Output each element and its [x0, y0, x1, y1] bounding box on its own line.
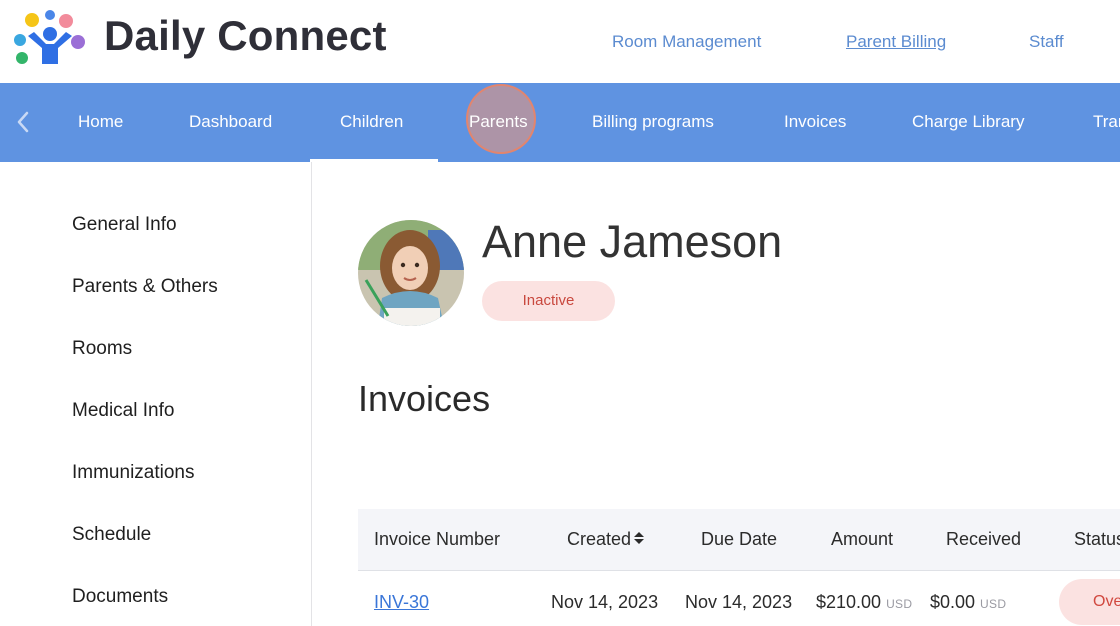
tab-transactions[interactable]: Tran — [1093, 112, 1120, 132]
table-row: INV-30 Nov 14, 2023 Nov 14, 2023 $210.00… — [358, 572, 1120, 626]
sidebar-item-immunizations[interactable]: Immunizations — [72, 462, 195, 484]
invoice-table-header: Invoice Number Created Due Date Amount R… — [358, 509, 1120, 571]
column-header-amount[interactable]: Amount — [831, 529, 893, 550]
sidebar-item-general-info[interactable]: General Info — [72, 214, 177, 236]
active-tab-indicator — [310, 159, 438, 162]
child-name: Anne Jameson — [482, 216, 783, 267]
invoice-number-link[interactable]: INV-30 — [374, 592, 429, 612]
sidebar-item-rooms[interactable]: Rooms — [72, 338, 132, 360]
received-currency: USD — [980, 597, 1007, 611]
nav-staff-link[interactable]: Staff — [1029, 32, 1064, 52]
column-header-created[interactable]: Created — [567, 529, 645, 550]
tab-dashboard[interactable]: Dashboard — [189, 112, 272, 132]
amount-value: $210.00 — [816, 592, 882, 612]
section-nav-bar: Home Dashboard Children Parents Billing … — [0, 83, 1120, 162]
received-cell: $0.00 USD — [930, 592, 1006, 613]
due-date-cell: Nov 14, 2023 — [685, 592, 793, 612]
sidebar-item-documents[interactable]: Documents — [72, 586, 168, 608]
tab-home[interactable]: Home — [78, 112, 123, 132]
child-avatar — [358, 220, 464, 326]
column-header-created-label: Created — [567, 529, 632, 549]
column-header-due-date[interactable]: Due Date — [701, 529, 777, 550]
nav-room-management-link[interactable]: Room Management — [612, 32, 761, 52]
chevron-left-icon[interactable] — [12, 109, 34, 135]
invoices-heading: Invoices — [358, 378, 491, 419]
tab-children[interactable]: Children — [340, 112, 403, 132]
received-value: $0.00 — [930, 592, 976, 612]
sidebar-item-medical-info[interactable]: Medical Info — [72, 400, 174, 422]
sort-icon[interactable] — [633, 530, 645, 546]
created-cell: Nov 14, 2023 — [551, 592, 659, 612]
amount-cell: $210.00 USD — [816, 592, 912, 613]
tab-invoices[interactable]: Invoices — [784, 112, 846, 132]
column-header-invoice-number[interactable]: Invoice Number — [374, 529, 500, 550]
child-sidebar: General Info Parents & Others Rooms Medi… — [0, 162, 312, 626]
status-badge: Inactive — [482, 281, 615, 321]
amount-currency: USD — [886, 597, 913, 611]
brand-name: Daily Connect — [104, 12, 387, 59]
nav-parent-billing-link[interactable]: Parent Billing — [846, 32, 946, 52]
column-header-status[interactable]: Status — [1074, 529, 1120, 550]
column-header-received[interactable]: Received — [946, 529, 1021, 550]
invoice-status-badge: Ove — [1059, 579, 1120, 625]
tab-billing-programs[interactable]: Billing programs — [592, 112, 714, 132]
top-header: Daily Connect Room Management Parent Bil… — [0, 0, 1120, 83]
invoice-number-cell: INV-30 — [374, 592, 429, 613]
tab-charge-library[interactable]: Charge Library — [912, 112, 1024, 132]
daily-connect-logo — [14, 10, 85, 64]
tab-parents[interactable]: Parents — [469, 112, 528, 132]
sidebar-item-schedule[interactable]: Schedule — [72, 524, 151, 546]
sidebar-item-parents-others[interactable]: Parents & Others — [72, 276, 218, 298]
